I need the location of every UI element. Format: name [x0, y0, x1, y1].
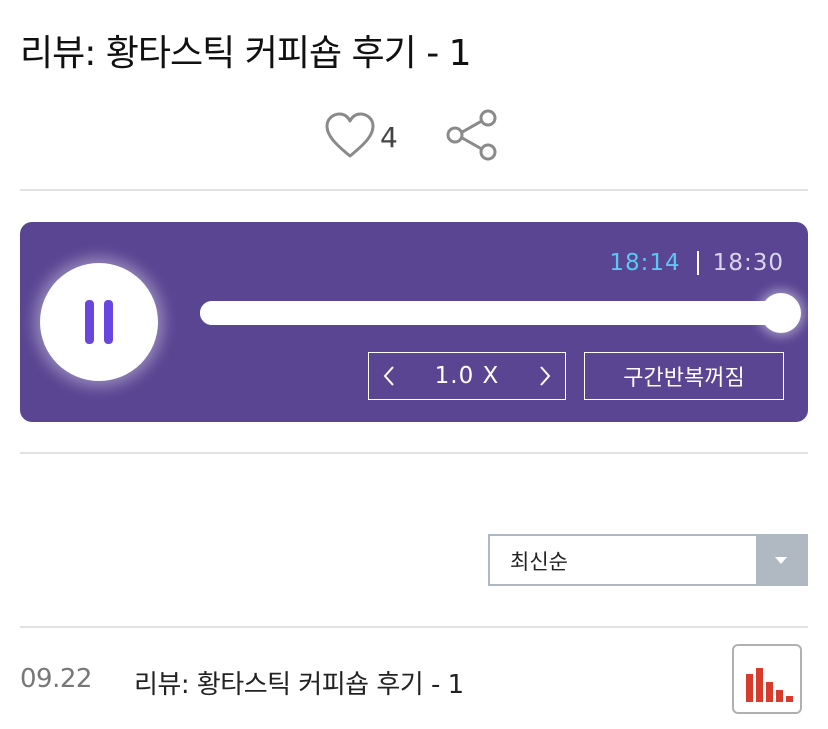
progress-fill	[200, 301, 782, 325]
time-display: 18:14 18:30	[609, 250, 784, 276]
pause-icon	[85, 300, 113, 344]
share-icon	[446, 109, 497, 161]
sort-select[interactable]: 최신순	[488, 534, 808, 586]
current-time: 18:14	[609, 250, 681, 276]
chevron-left-icon	[383, 366, 394, 386]
divider	[20, 452, 808, 454]
divider	[20, 626, 808, 628]
total-time: 18:30	[712, 250, 784, 276]
speed-value: 1.0 X	[434, 363, 500, 389]
share-button[interactable]	[444, 108, 500, 162]
chevron-right-icon	[540, 366, 551, 386]
page-title: 리뷰: 황타스틱 커피숍 후기 - 1	[20, 33, 472, 74]
pause-button[interactable]	[40, 263, 158, 381]
speed-decrease-button[interactable]	[369, 353, 409, 399]
now-playing-indicator[interactable]	[732, 644, 802, 714]
speed-increase-button[interactable]	[525, 353, 565, 399]
time-separator	[696, 251, 699, 275]
audio-player: 18:14 18:30 1.0 X 구간반복꺼짐	[20, 222, 808, 422]
progress-bar[interactable]	[200, 293, 802, 333]
sort-caret	[756, 536, 806, 584]
speed-control: 1.0 X	[368, 352, 566, 400]
caret-down-icon	[775, 557, 787, 564]
sort-selected-value: 최신순	[510, 550, 568, 574]
divider	[20, 189, 808, 191]
episode-list-item[interactable]: 09.22 리뷰: 황타스틱 커피숍 후기 - 1	[20, 640, 808, 720]
progress-knob[interactable]	[761, 293, 802, 333]
like-button[interactable]: 4	[324, 110, 398, 162]
episode-date: 09.22	[20, 664, 92, 694]
like-count: 4	[380, 120, 398, 154]
episode-title: 리뷰: 황타스틱 커피숍 후기 - 1	[134, 670, 464, 700]
action-bar: 4	[0, 106, 828, 164]
repeat-toggle-button[interactable]: 구간반복꺼짐	[584, 352, 784, 400]
heart-outline-icon	[325, 112, 375, 158]
